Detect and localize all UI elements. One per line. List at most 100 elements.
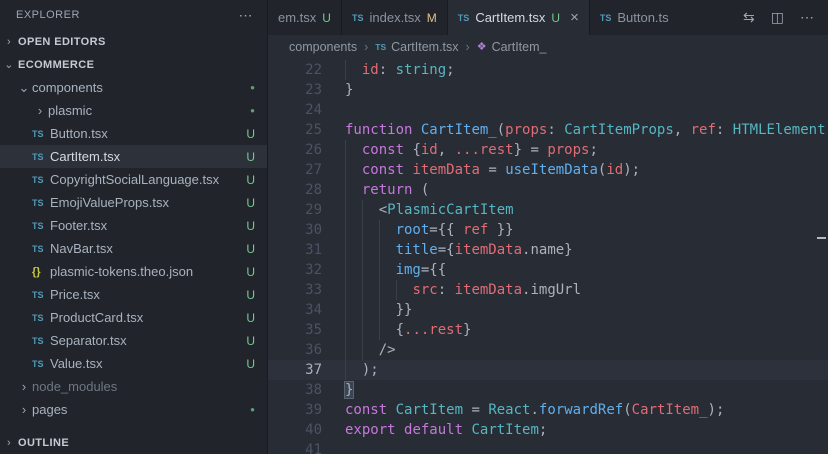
- code-token: (: [623, 402, 631, 418]
- code-token: ref: [463, 222, 488, 238]
- code-token: itemData: [455, 282, 522, 298]
- tab-em-tsx[interactable]: em.tsxU: [268, 0, 342, 35]
- code-line-27[interactable]: 27 const itemData = useItemData(id);: [268, 160, 828, 180]
- code-line-38[interactable]: 38}: [268, 380, 828, 400]
- code-token: useItemData: [505, 162, 598, 178]
- line-number: 37: [268, 360, 322, 380]
- sidebar-item-footer-tsx[interactable]: TSFooter.tsxU: [0, 214, 267, 237]
- indent-guide: [345, 200, 346, 220]
- open-changes-icon[interactable]: ⇆: [743, 9, 755, 26]
- sidebar-item-node-modules[interactable]: ›node_modules: [0, 375, 267, 398]
- code-line-29[interactable]: 29 <PlasmicCartItem: [268, 200, 828, 220]
- sidebar-item-separator-tsx[interactable]: TSSeparator.tsxU: [0, 329, 267, 352]
- sidebar-item-value-tsx[interactable]: TSValue.tsxU: [0, 352, 267, 375]
- code-line-24[interactable]: 24: [268, 100, 828, 120]
- breadcrumb-item-cartitem-tsx[interactable]: TSCartItem.tsx: [375, 40, 458, 54]
- code-line-32[interactable]: 32 img={{: [268, 260, 828, 280]
- code-token: default: [404, 422, 463, 438]
- sidebar-item-price-tsx[interactable]: TSPrice.tsxU: [0, 283, 267, 306]
- sidebar-item-navbar-tsx[interactable]: TSNavBar.tsxU: [0, 237, 267, 260]
- sidebar-item-components[interactable]: ⌄components●: [0, 76, 267, 99]
- code-token: />: [345, 342, 396, 358]
- code-line-40[interactable]: 40export default CartItem;: [268, 420, 828, 440]
- line-content: img={{: [345, 260, 828, 280]
- close-icon[interactable]: ×: [570, 10, 579, 25]
- code-line-25[interactable]: 25function CartItem_(props: CartItemProp…: [268, 120, 828, 140]
- tab-button-ts[interactable]: TSButton.ts: [590, 0, 679, 35]
- ecommerce-section[interactable]: ⌄ ECOMMERCE: [0, 53, 267, 76]
- code-token: img: [396, 262, 421, 278]
- line-number: 32: [268, 260, 322, 280]
- code-token: [345, 62, 362, 78]
- code-token: (: [497, 122, 505, 138]
- code-token: =: [463, 402, 488, 418]
- code-line-31[interactable]: 31 title={itemData.name}: [268, 240, 828, 260]
- code-token: ={: [438, 242, 455, 258]
- line-number: 22: [268, 60, 322, 80]
- chevron-right-icon: ›: [0, 437, 18, 449]
- code-line-33[interactable]: 33 src: itemData.imgUrl: [268, 280, 828, 300]
- file-label: pages: [32, 402, 67, 417]
- line-content: src: itemData.imgUrl: [345, 280, 828, 300]
- code-line-41[interactable]: 41: [268, 440, 828, 454]
- outline-label: OUTLINE: [18, 437, 69, 449]
- code-line-26[interactable]: 26 const {id, ...rest} = props;: [268, 140, 828, 160]
- line-content: }}: [345, 300, 828, 320]
- code-token: =: [480, 162, 505, 178]
- code-line-34[interactable]: 34 }}: [268, 300, 828, 320]
- line-number: 28: [268, 180, 322, 200]
- code-token: [345, 182, 362, 198]
- code-line-36[interactable]: 36 />: [268, 340, 828, 360]
- sidebar-item-cartitem-tsx[interactable]: TSCartItem.tsxU: [0, 145, 267, 168]
- line-number: 38: [268, 380, 322, 400]
- breadcrumb-item-components[interactable]: components: [289, 40, 357, 54]
- sidebar-item-pages[interactable]: ›pages●: [0, 398, 267, 421]
- code-line-28[interactable]: 28 return (: [268, 180, 828, 200]
- sidebar-item-plasmic[interactable]: ›plasmic●: [0, 99, 267, 122]
- code-token: [345, 242, 396, 258]
- line-content: id: string;: [345, 60, 828, 80]
- sidebar-item-copyrightsociallanguage-tsx[interactable]: TSCopyrightSocialLanguage.tsxU: [0, 168, 267, 191]
- code-token: const: [362, 162, 404, 178]
- line-content: [345, 100, 828, 120]
- chevron-right-icon: ›: [0, 36, 18, 48]
- breadcrumb-label: CartItem_: [492, 40, 547, 54]
- split-editor-icon[interactable]: ◫: [771, 9, 784, 26]
- line-content: <PlasmicCartItem: [345, 200, 828, 220]
- explorer-more-actions-icon[interactable]: ⋯: [239, 7, 254, 24]
- more-actions-icon[interactable]: ⋯: [800, 9, 814, 26]
- open-editors-section[interactable]: › OPEN EDITORS: [0, 30, 267, 53]
- code-editor[interactable]: 22 id: string;23}2425function CartItem_(…: [268, 58, 828, 454]
- sidebar-item-productcard-tsx[interactable]: TSProductCard.tsxU: [0, 306, 267, 329]
- code-token: export: [345, 422, 396, 438]
- code-line-35[interactable]: 35 {...rest}: [268, 320, 828, 340]
- indent-guide: [379, 300, 380, 320]
- git-untracked-badge: U: [246, 357, 255, 371]
- typescript-file-icon: TS: [375, 42, 386, 52]
- chevron-down-icon: ⌄: [16, 80, 32, 96]
- code-line-30[interactable]: 30 root={{ ref }}: [268, 220, 828, 240]
- tab-label: Button.ts: [617, 10, 668, 25]
- typescript-file-icon: TS: [32, 152, 50, 162]
- indent-guide: [345, 360, 346, 380]
- sidebar-item-plasmic-tokens-theo-json[interactable]: {}plasmic-tokens.theo.jsonU: [0, 260, 267, 283]
- git-changes-dot-badge: ●: [250, 106, 255, 115]
- tab-index-tsx[interactable]: TSindex.tsxM: [342, 0, 448, 35]
- editor-scrollbar[interactable]: [816, 58, 828, 454]
- code-token: ,: [438, 142, 455, 158]
- sidebar-item-emojivalueprops-tsx[interactable]: TSEmojiValueProps.tsxU: [0, 191, 267, 214]
- code-token: CartItem_: [632, 402, 708, 418]
- code-line-22[interactable]: 22 id: string;: [268, 60, 828, 80]
- breadcrumb-item-cartitem[interactable]: ❖CartItem_: [477, 40, 547, 54]
- code-line-37[interactable]: 37 );: [268, 360, 828, 380]
- code-line-39[interactable]: 39const CartItem = React.forwardRef(Cart…: [268, 400, 828, 420]
- code-token: );: [623, 162, 640, 178]
- line-number: 23: [268, 80, 322, 100]
- indent-guide: [362, 200, 363, 220]
- code-line-23[interactable]: 23}: [268, 80, 828, 100]
- tab-cartitem-tsx[interactable]: TSCartItem.tsxU×: [448, 0, 590, 35]
- code-token: [345, 142, 362, 158]
- sidebar-item-button-tsx[interactable]: TSButton.tsxU: [0, 122, 267, 145]
- outline-section[interactable]: › OUTLINE: [0, 431, 267, 454]
- code-token: :: [438, 282, 455, 298]
